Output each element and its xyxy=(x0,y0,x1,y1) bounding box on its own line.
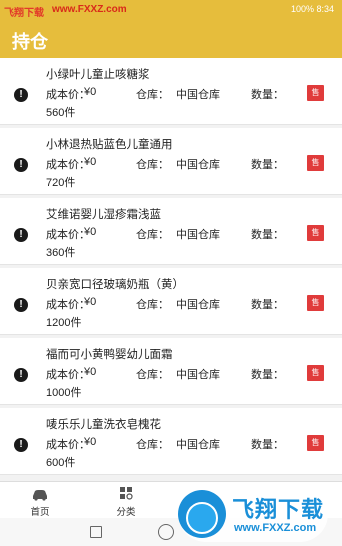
quantity-label: 数量： xyxy=(251,89,284,101)
warehouse-value: 中国仓库 xyxy=(176,229,220,241)
watermark-site: www.FXXZ.com xyxy=(234,522,317,534)
watermark-text: 飞翔下载 xyxy=(4,8,44,19)
cost-value: ¥0 xyxy=(84,156,97,168)
alert-icon: ! xyxy=(14,228,28,242)
quantity-value: 720件 xyxy=(46,177,76,189)
cost-value: ¥0 xyxy=(84,86,97,98)
product-name: 小林退热贴蓝色儿童通用 xyxy=(46,139,173,151)
status-bar: 飞翔下载 www.FXXZ.com 100% 8:34 xyxy=(0,0,342,20)
warehouse-value: 中国仓库 xyxy=(176,159,220,171)
quantity-value: 560件 xyxy=(46,107,76,119)
warehouse-value: 中国仓库 xyxy=(176,439,220,451)
recent-apps-icon[interactable] xyxy=(90,526,102,538)
alert-icon: ! xyxy=(14,298,28,312)
cost-value: ¥0 xyxy=(84,226,97,238)
quantity-value: 1200件 xyxy=(46,317,82,329)
quantity-value: 360件 xyxy=(46,247,76,259)
sell-button[interactable]: 售 xyxy=(307,295,324,311)
list-item[interactable]: ! 贝亲宽口径玻璃奶瓶（黄） 成本价： ¥0 仓库： 中国仓库 数量： 1200… xyxy=(0,268,342,335)
alert-icon: ! xyxy=(14,88,28,102)
list-item[interactable]: ! 小林退热贴蓝色儿童通用 成本价： ¥0 仓库： 中国仓库 数量： 720件 … xyxy=(0,128,342,195)
warehouse-label: 仓库： xyxy=(136,299,169,311)
list-item[interactable]: ! 小绿叶儿童止咳糖浆 成本价： ¥0 仓库： 中国仓库 数量： 560件 售 xyxy=(0,58,342,125)
quantity-label: 数量： xyxy=(251,229,284,241)
product-name: 小绿叶儿童止咳糖浆 xyxy=(46,69,150,81)
quantity-label: 数量： xyxy=(251,369,284,381)
warehouse-label: 仓库： xyxy=(136,89,169,101)
car-icon xyxy=(33,490,47,501)
alert-icon: ! xyxy=(14,438,28,452)
warehouse-label: 仓库： xyxy=(136,439,169,451)
product-name: 艾维诺婴儿湿疹霜浅蓝 xyxy=(46,209,161,221)
watermark-logo: 飞翔下载 www.FXXZ.com xyxy=(178,486,328,542)
sell-button[interactable]: 售 xyxy=(307,435,324,451)
home-icon[interactable] xyxy=(158,524,174,540)
battery-time: 100% 8:34 xyxy=(290,4,334,14)
logo-icon xyxy=(178,490,226,538)
cost-value: ¥0 xyxy=(84,436,97,448)
sell-button[interactable]: 售 xyxy=(307,155,324,171)
sell-button[interactable]: 售 xyxy=(307,85,324,101)
tab-home[interactable]: 首页 xyxy=(0,482,80,519)
page-title: 持仓 xyxy=(12,32,48,52)
product-name: 福而可小黄鸭婴幼儿面霜 xyxy=(46,349,173,361)
cost-value: ¥0 xyxy=(84,296,97,308)
tab-category-label: 分类 xyxy=(116,507,136,518)
alert-icon: ! xyxy=(14,158,28,172)
warehouse-label: 仓库： xyxy=(136,159,169,171)
list-item[interactable]: ! 唛乐乐儿童洗衣皂槐花 成本价： ¥0 仓库： 中国仓库 数量： 600件 售 xyxy=(0,408,342,475)
grid-icon xyxy=(120,487,133,500)
sell-button[interactable]: 售 xyxy=(307,225,324,241)
sell-button[interactable]: 售 xyxy=(307,365,324,381)
watermark-url: www.FXXZ.com xyxy=(52,4,127,15)
list-item[interactable]: ! 艾维诺婴儿湿疹霜浅蓝 成本价： ¥0 仓库： 中国仓库 数量： 360件 售 xyxy=(0,198,342,265)
warehouse-value: 中国仓库 xyxy=(176,369,220,381)
watermark-title: 飞翔下载 xyxy=(232,497,325,522)
quantity-label: 数量： xyxy=(251,299,284,311)
quantity-value: 1000件 xyxy=(46,387,82,399)
cost-value: ¥0 xyxy=(84,366,97,378)
warehouse-label: 仓库： xyxy=(136,369,169,381)
product-name: 贝亲宽口径玻璃奶瓶（黄） xyxy=(46,279,184,291)
alert-icon: ! xyxy=(14,368,28,382)
tab-category[interactable]: 分类 xyxy=(86,482,166,519)
list-item[interactable]: ! 福而可小黄鸭婴幼儿面霜 成本价： ¥0 仓库： 中国仓库 数量： 1000件… xyxy=(0,338,342,405)
warehouse-label: 仓库： xyxy=(136,229,169,241)
quantity-label: 数量： xyxy=(251,439,284,451)
app-header: 持仓 xyxy=(0,20,342,58)
quantity-value: 600件 xyxy=(46,457,76,469)
warehouse-value: 中国仓库 xyxy=(176,89,220,101)
tab-home-label: 首页 xyxy=(30,507,50,518)
quantity-label: 数量： xyxy=(251,159,284,171)
product-name: 唛乐乐儿童洗衣皂槐花 xyxy=(46,419,161,431)
warehouse-value: 中国仓库 xyxy=(176,299,220,311)
